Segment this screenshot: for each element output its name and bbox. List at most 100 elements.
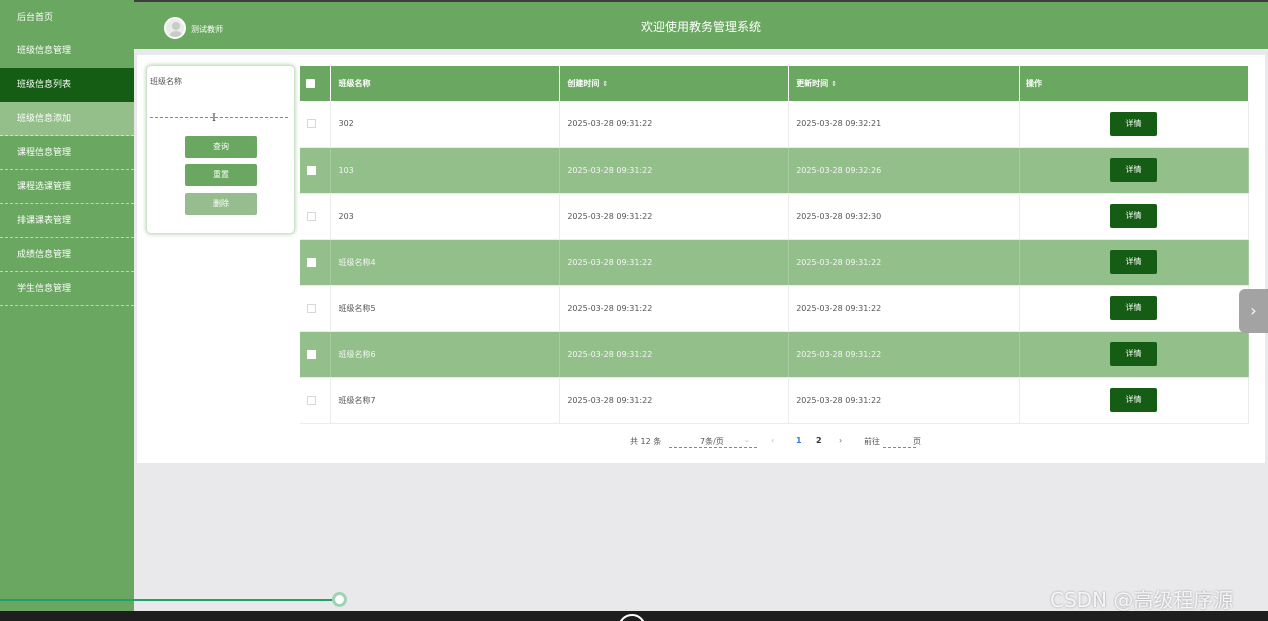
column-header-ops-label: 操作 bbox=[1026, 79, 1043, 88]
cell-ops: 详情 bbox=[1019, 285, 1249, 332]
sidebar-item-class-list[interactable]: 班级信息列表 bbox=[0, 68, 134, 102]
cell-updated: 2025-03-28 09:31:22 bbox=[788, 377, 1021, 424]
chevron-down-icon[interactable]: ⌄ bbox=[744, 436, 750, 444]
table-header-row: 班级名称 创建时间 ⇕ 更新时间 ⇕ 操作 bbox=[300, 66, 1249, 101]
table-row: 203 2025-03-28 09:31:22 2025-03-28 09:32… bbox=[300, 193, 1249, 240]
column-header-name: 班级名称 bbox=[330, 66, 561, 101]
cell-name: 班级名称7 bbox=[330, 377, 561, 424]
reset-button[interactable]: 重置 bbox=[185, 164, 257, 186]
table-row: 302 2025-03-28 09:31:22 2025-03-28 09:32… bbox=[300, 101, 1249, 148]
next-page-icon[interactable]: › bbox=[839, 436, 842, 445]
cell-created: 2025-03-28 09:31:22 bbox=[559, 147, 790, 194]
table-row: 103 2025-03-28 09:31:22 2025-03-28 09:32… bbox=[300, 147, 1249, 194]
table-row: 班级名称7 2025-03-28 09:31:22 2025-03-28 09:… bbox=[300, 377, 1249, 424]
query-button[interactable]: 查询 bbox=[185, 136, 257, 158]
sidebar-item-course-selection[interactable]: 课程选课管理 bbox=[0, 170, 134, 204]
pagination-total: 共 12 条 bbox=[630, 437, 662, 446]
column-header-created[interactable]: 创建时间 ⇕ bbox=[559, 66, 790, 101]
sidebar-item-class-management[interactable]: 班级信息管理 bbox=[0, 34, 134, 68]
column-header-ops: 操作 bbox=[1019, 66, 1249, 101]
chevron-right-icon: › bbox=[1250, 301, 1257, 320]
cell-created: 2025-03-28 09:31:22 bbox=[559, 331, 790, 378]
cell-name: 班级名称6 bbox=[330, 331, 561, 378]
expand-panel-tab[interactable]: › bbox=[1239, 289, 1268, 333]
detail-button[interactable]: 详情 bbox=[1110, 111, 1158, 136]
goto-label: 前往 bbox=[864, 437, 880, 446]
cell-updated: 2025-03-28 09:31:22 bbox=[788, 331, 1021, 378]
row-checkbox-cell bbox=[300, 285, 332, 332]
detail-button[interactable]: 详情 bbox=[1110, 158, 1158, 182]
sidebar-item-class-add[interactable]: 班级信息添加 bbox=[0, 102, 134, 136]
search-panel: 班级名称 I 查询 重置 删除 bbox=[146, 65, 295, 234]
sidebar: 后台首页 班级信息管理 班级信息列表 班级信息添加 课程信息管理 课程选课管理 … bbox=[0, 0, 134, 621]
page-unit-label: 页 bbox=[913, 437, 921, 446]
video-progress-knob[interactable] bbox=[332, 592, 347, 607]
row-checkbox[interactable] bbox=[307, 257, 316, 267]
row-checkbox[interactable] bbox=[307, 165, 316, 175]
column-header-updated[interactable]: 更新时间 ⇕ bbox=[788, 66, 1021, 101]
sort-icon[interactable]: ⇕ bbox=[602, 80, 608, 88]
row-checkbox-cell bbox=[300, 377, 332, 424]
top-header: 测试教师 欢迎使用教务管理系统 bbox=[134, 0, 1268, 49]
sort-icon[interactable]: ⇕ bbox=[831, 80, 837, 88]
select-all-checkbox[interactable] bbox=[306, 79, 315, 88]
cell-created: 2025-03-28 09:31:22 bbox=[559, 285, 790, 332]
cell-created: 2025-03-28 09:31:22 bbox=[559, 101, 790, 148]
table-row: 班级名称6 2025-03-28 09:31:22 2025-03-28 09:… bbox=[300, 331, 1249, 378]
cell-updated: 2025-03-28 09:31:22 bbox=[788, 285, 1021, 332]
sidebar-item-home[interactable]: 后台首页 bbox=[0, 0, 134, 34]
cell-name: 302 bbox=[330, 101, 561, 148]
search-label: 班级名称 bbox=[150, 77, 182, 86]
cell-updated: 2025-03-28 09:32:30 bbox=[788, 193, 1021, 240]
page-number-2[interactable]: 2 bbox=[816, 436, 822, 445]
cell-updated: 2025-03-28 09:32:21 bbox=[788, 101, 1021, 148]
row-checkbox-cell bbox=[300, 331, 332, 378]
row-checkbox-cell bbox=[300, 101, 332, 148]
row-checkbox-cell bbox=[300, 147, 332, 194]
class-name-search-input[interactable] bbox=[150, 106, 288, 118]
detail-button[interactable]: 详情 bbox=[1110, 250, 1158, 274]
goto-page-input[interactable] bbox=[883, 436, 916, 448]
row-checkbox[interactable] bbox=[307, 349, 316, 359]
sidebar-item-schedule[interactable]: 排课课表管理 bbox=[0, 204, 134, 238]
cell-created: 2025-03-28 09:31:22 bbox=[559, 239, 790, 286]
row-checkbox[interactable] bbox=[307, 303, 316, 313]
cell-ops: 详情 bbox=[1019, 101, 1249, 148]
video-progress-bar[interactable] bbox=[0, 599, 340, 601]
cell-ops: 详情 bbox=[1019, 377, 1249, 424]
cell-name: 班级名称5 bbox=[330, 285, 561, 332]
main-content: 班级名称 I 查询 重置 删除 班级名称 创建时间 ⇕ 更新时间 ⇕ 操作 30… bbox=[137, 55, 1265, 463]
prev-page-icon[interactable]: ‹ bbox=[771, 436, 774, 445]
table-row: 班级名称4 2025-03-28 09:31:22 2025-03-28 09:… bbox=[300, 239, 1249, 286]
column-header-created-label: 创建时间 bbox=[567, 79, 600, 88]
header-checkbox-cell bbox=[300, 66, 332, 101]
row-checkbox-cell bbox=[300, 193, 332, 240]
cell-name: 203 bbox=[330, 193, 561, 240]
table-row: 班级名称5 2025-03-28 09:31:22 2025-03-28 09:… bbox=[300, 285, 1249, 332]
sidebar-item-students[interactable]: 学生信息管理 bbox=[0, 272, 134, 306]
cell-name: 103 bbox=[330, 147, 561, 194]
row-checkbox-cell bbox=[300, 239, 332, 286]
page-number-1[interactable]: 1 bbox=[796, 436, 802, 445]
cell-created: 2025-03-28 09:31:22 bbox=[559, 193, 790, 240]
class-table: 班级名称 创建时间 ⇕ 更新时间 ⇕ 操作 302 2025-03-28 09:31… bbox=[300, 66, 1249, 424]
sidebar-item-grades[interactable]: 成绩信息管理 bbox=[0, 238, 134, 272]
row-checkbox[interactable] bbox=[307, 395, 316, 405]
cell-ops: 详情 bbox=[1019, 331, 1249, 378]
detail-button[interactable]: 详情 bbox=[1110, 342, 1158, 366]
sidebar-item-course-management[interactable]: 课程信息管理 bbox=[0, 136, 134, 170]
column-header-updated-label: 更新时间 bbox=[796, 79, 829, 88]
cell-ops: 详情 bbox=[1019, 239, 1249, 286]
delete-button[interactable]: 删除 bbox=[185, 193, 257, 215]
watermark: CSDN @高级程序源 bbox=[1050, 588, 1234, 612]
detail-button[interactable]: 详情 bbox=[1110, 296, 1158, 320]
detail-button[interactable]: 详情 bbox=[1110, 204, 1158, 228]
detail-button[interactable]: 详情 bbox=[1110, 388, 1158, 412]
cell-ops: 详情 bbox=[1019, 193, 1249, 240]
row-checkbox[interactable] bbox=[307, 119, 316, 129]
cell-updated: 2025-03-28 09:31:22 bbox=[788, 239, 1021, 286]
cell-name: 班级名称4 bbox=[330, 239, 561, 286]
app-window: 后台首页 班级信息管理 班级信息列表 班级信息添加 课程信息管理 课程选课管理 … bbox=[0, 0, 1268, 621]
row-checkbox[interactable] bbox=[307, 211, 316, 221]
cell-updated: 2025-03-28 09:32:26 bbox=[788, 147, 1021, 194]
